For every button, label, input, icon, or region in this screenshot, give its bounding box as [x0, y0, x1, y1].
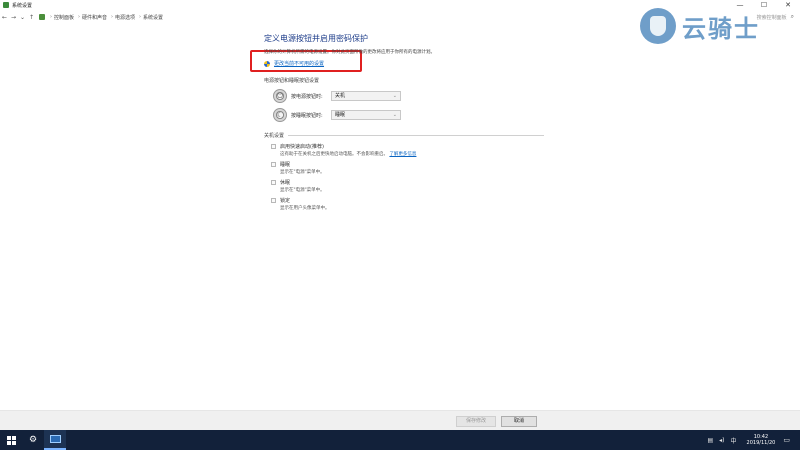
hibernate-checkbox[interactable]	[271, 180, 276, 185]
up-arrow-icon[interactable]: ↑	[27, 14, 36, 21]
power-button-label: 按电源按钮时:	[291, 93, 323, 100]
change-unavailable-settings-link[interactable]: 更改当前不可用的设置	[274, 60, 324, 67]
option-description: 这有助于在关机之后更快地启动电脑。不会影响重启。 了解更多信息	[280, 151, 416, 157]
system-tray: ▤ ◂) 中 10:42 2019/11/20 ▭	[708, 430, 791, 450]
power-button-value: 关机	[335, 93, 346, 99]
knight-logo-icon	[640, 8, 676, 44]
chevron-down-icon: ⌄	[392, 112, 397, 118]
watermark-text: 云骑士	[682, 14, 760, 43]
settings-gear-icon[interactable]: ⚙	[22, 430, 44, 450]
option-title: 启用快速启动(推荐)	[280, 144, 324, 150]
change-settings-row[interactable]: 更改当前不可用的设置	[264, 60, 544, 67]
back-arrow-icon[interactable]: ←	[0, 14, 9, 21]
breadcrumb-item[interactable]: 硬件和声音	[82, 14, 107, 21]
sleep-icon: ☾	[273, 108, 287, 122]
sleep-checkbox[interactable]	[271, 162, 276, 167]
save-changes-button[interactable]: 保存修改	[456, 416, 496, 427]
control-panel-icon	[39, 14, 45, 20]
option-description-text: 这有助于在关机之后更快地启动电脑。不会影响重启。	[280, 152, 388, 157]
option-fast-startup: 启用快速启动(推荐) 这有助于在关机之后更快地启动电脑。不会影响重启。 了解更多…	[271, 143, 544, 157]
notification-icon[interactable]: ▭	[783, 436, 790, 444]
option-title: 锁定	[280, 198, 291, 204]
taskbar-app-control-panel[interactable]	[44, 430, 66, 450]
window-title: 系统设置	[12, 2, 33, 9]
window-app-icon	[49, 435, 61, 443]
network-icon[interactable]: ▤	[708, 437, 714, 444]
recent-chevron-icon[interactable]: ⌄	[18, 14, 27, 21]
watermark-logo: 云骑士	[640, 6, 790, 46]
page-title: 定义电源按钮并启用密码保护	[264, 34, 368, 43]
option-title: 休眠	[280, 180, 291, 186]
windows-logo-icon	[6, 435, 16, 445]
taskbar: ⚙ ▤ ◂) 中 10:42 2019/11/20 ▭	[0, 430, 800, 450]
clock[interactable]: 10:42 2019/11/20	[747, 434, 776, 446]
option-lock: 锁定 显示在用户头像菜单中。	[271, 197, 544, 211]
shutdown-section-label: 关机设置	[264, 132, 544, 139]
option-description: 显示在用户头像菜单中。	[280, 206, 330, 211]
sleep-button-select[interactable]: 睡眠 ⌄	[331, 110, 401, 120]
power-section-label: 电源按钮和睡眠按钮设置	[264, 77, 544, 84]
option-description: 显示在"电源"菜单中。	[280, 188, 325, 193]
main-content: 定义电源按钮并启用密码保护 选择你的计算机所需的电源设置。你对此页面所做的更改将…	[264, 30, 544, 211]
clock-date: 2019/11/20	[746, 440, 776, 446]
section-divider	[288, 135, 544, 136]
fast-startup-checkbox[interactable]	[271, 144, 276, 149]
option-title: 睡眠	[280, 162, 291, 168]
lock-checkbox[interactable]	[271, 198, 276, 203]
cancel-button[interactable]: 取消	[501, 416, 537, 427]
power-button-row: ⏻ 按电源按钮时: 关机 ⌄	[273, 89, 544, 103]
page-description: 选择你的计算机所需的电源设置。你对此页面所做的更改将应用于你所有的电源计划。	[264, 50, 435, 55]
power-section-label-text: 电源按钮和睡眠按钮设置	[264, 78, 320, 84]
power-icon: ⏻	[273, 89, 287, 103]
option-description: 显示在"电源"菜单中。	[280, 170, 325, 175]
option-sleep: 睡眠 显示在"电源"菜单中。	[271, 161, 544, 175]
sleep-button-label: 按睡眠按钮时:	[291, 112, 323, 119]
learn-more-link[interactable]: 了解更多信息	[389, 152, 416, 157]
start-button[interactable]	[0, 430, 22, 450]
shutdown-section-label-text: 关机设置	[264, 133, 285, 139]
option-hibernate: 休眠 显示在"电源"菜单中。	[271, 179, 544, 193]
volume-icon[interactable]: ◂)	[719, 437, 724, 444]
ime-icon[interactable]: 中	[731, 436, 737, 445]
control-panel-icon	[3, 2, 9, 8]
breadcrumb-item[interactable]: 控制面板	[54, 14, 74, 21]
sleep-button-value: 睡眠	[335, 112, 346, 118]
button-bar: 保存修改 取消	[0, 410, 800, 430]
forward-arrow-icon[interactable]: →	[9, 14, 18, 21]
breadcrumb-item[interactable]: 系统设置	[143, 14, 163, 21]
chevron-down-icon: ⌄	[392, 93, 397, 99]
search-icon[interactable]: ⌕	[791, 13, 794, 21]
shield-icon	[264, 60, 270, 67]
power-button-select[interactable]: 关机 ⌄	[331, 91, 401, 101]
breadcrumb-item[interactable]: 电源选项	[115, 14, 135, 21]
sleep-button-row: ☾ 按睡眠按钮时: 睡眠 ⌄	[273, 108, 544, 122]
